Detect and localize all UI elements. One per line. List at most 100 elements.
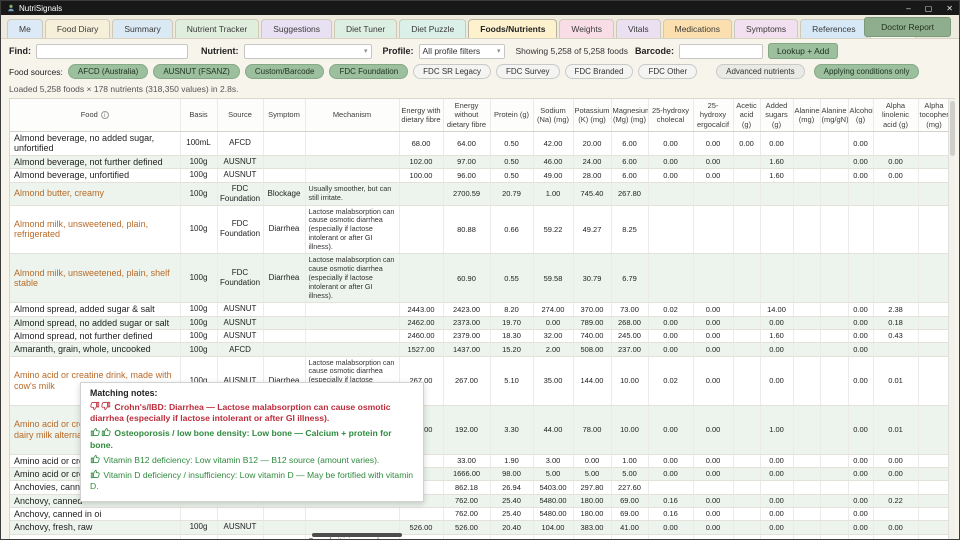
advanced-nutrients-button[interactable]: Advanced nutrients [716, 64, 805, 79]
cell-value [733, 316, 761, 331]
cell-value: 1.60 [760, 155, 794, 170]
cell-value [793, 182, 821, 206]
barcode-input[interactable] [679, 43, 764, 59]
cell-value [820, 329, 849, 344]
column-header-source[interactable]: Source [217, 99, 264, 133]
source-pill-afcd-australia-[interactable]: AFCD (Australia) [67, 64, 149, 79]
column-header-alpha-linolenic-acid-g-[interactable]: Alpha linolenic acid (g) [873, 99, 919, 133]
tab-medications[interactable]: Medications [662, 19, 732, 38]
cell-value: 0.00 [760, 454, 794, 468]
tooltip-title: Matching notes: [90, 388, 158, 398]
lookup-add-button[interactable]: Lookup + Add [768, 43, 839, 59]
tab-diet-tuner[interactable]: Diet Tuner [334, 19, 398, 38]
source-pill-fdc-sr-legacy[interactable]: FDC SR Legacy [413, 64, 491, 79]
source-pill-ausnut-fsanz-[interactable]: AUSNUT (FSANZ) [153, 64, 240, 79]
cell-value [733, 205, 761, 255]
table-row[interactable]: Amaranth, grain, whole, uncooked 100g AFCD… [10, 342, 951, 357]
table-row[interactable]: Almond spread, no added sugar or salt 100… [10, 316, 951, 331]
column-header-food[interactable]: Food i [10, 99, 181, 133]
table-row[interactable]: Almond spread, added sugar & salt 100g AUS… [10, 302, 951, 317]
cell-value: 1.90 [490, 454, 534, 468]
column-header-alpha-tocopherol-mg-[interactable]: Alpha tocopherol (mg) [918, 99, 951, 133]
title-bar: NutriSignals – ▢ ✕ [1, 1, 959, 15]
column-header-basis[interactable]: Basis [180, 99, 218, 133]
column-header-magnesium-mg-mg-[interactable]: Magnesium (Mg) (mg) [611, 99, 649, 133]
horizontal-scrollbar[interactable] [312, 533, 402, 537]
cell-value: 0.18 [873, 316, 919, 331]
column-header-25-hydroxy-cholecal[interactable]: 25-hydroxy cholecal [648, 99, 694, 133]
tab-weights[interactable]: Weights [559, 19, 614, 38]
column-header-mechanism[interactable]: Mechanism [305, 99, 400, 133]
cell-value: 0.00 [873, 168, 919, 183]
cell-value [820, 405, 849, 455]
tab-suggestions[interactable]: Suggestions [261, 19, 333, 38]
source-pill-fdc-branded[interactable]: FDC Branded [564, 64, 634, 79]
column-header-symptom[interactable]: Symptom [263, 99, 306, 133]
column-header-sodium-na-mg-[interactable]: Sodium (Na) (mg) [533, 99, 574, 133]
applying-conditions-button[interactable]: Applying conditions only [813, 64, 920, 79]
column-header-alcohol-g-[interactable]: Alcohol (g) [848, 99, 874, 133]
profile-dropdown[interactable]: All profile filters ▾ [418, 43, 505, 59]
tab-nutrient-tracker[interactable]: Nutrient Tracker [174, 19, 260, 38]
maximize-button[interactable]: ▢ [925, 4, 933, 13]
minimize-button[interactable]: – [906, 4, 910, 13]
cell-value [793, 155, 821, 170]
doctor-report-button[interactable]: Doctor Report [864, 17, 951, 37]
column-header-energy-with-dietary-fibre[interactable]: Energy with dietary fibre [399, 99, 444, 133]
source-pill-fdc-survey[interactable]: FDC Survey [495, 64, 560, 79]
cell-basis [180, 507, 218, 522]
column-header-alanine-mg-gn-[interactable]: Alanine (mg/gN) [820, 99, 849, 133]
tab-summary[interactable]: Summary [112, 19, 173, 38]
cell-value [918, 182, 951, 206]
table-row[interactable]: Almond beverage, not further defined 100g… [10, 155, 951, 170]
find-input[interactable] [36, 43, 188, 59]
cell-value: 202.41 [443, 534, 491, 539]
close-button[interactable]: ✕ [946, 4, 953, 13]
tab-me[interactable]: Me [7, 19, 43, 38]
column-header-added-sugars-g-[interactable]: Added sugars (g) [760, 99, 794, 133]
table-row[interactable]: Anchovy, canned in oi 762.00 25.40 5480.00 1… [10, 507, 951, 522]
column-header-alanine-mg-[interactable]: Alanine (mg) [793, 99, 821, 133]
cell-value [793, 405, 821, 455]
cell-value: 46.00 [533, 155, 574, 170]
source-pill-fdc-other[interactable]: FDC Other [638, 64, 698, 79]
table-row[interactable]: Almond spread, not further defined 100g AU… [10, 329, 951, 344]
tab-food-diary[interactable]: Food Diary [44, 19, 111, 38]
tab-foods-nutrients[interactable]: Foods/Nutrients [468, 19, 558, 38]
table-row[interactable]: Almond beverage, unfortified 100g AUSNUT 10… [10, 168, 951, 183]
tab-vitals[interactable]: Vitals [615, 19, 661, 38]
cell-value: 192.00 [443, 405, 491, 455]
table-row[interactable]: Apple juice, with added vitamin C, from … [10, 534, 951, 539]
vertical-scrollbar[interactable] [948, 99, 955, 539]
source-pill-fdc-foundation[interactable]: FDC Foundation [329, 64, 409, 79]
cell-symptom: Blockage [263, 182, 306, 206]
cell-value [399, 507, 444, 522]
cell-basis: 100g [180, 168, 218, 183]
source-pill-custom-barcode[interactable]: Custom/Barcode [244, 64, 325, 79]
cell-value: 20.00 [573, 131, 612, 156]
table-row[interactable]: Anchovy, fresh, raw 100g AUSNUT 526.00 526.0… [10, 520, 951, 535]
cell-value [793, 520, 821, 535]
table-row[interactable]: Almond milk, unsweetened, plain, shelf s… [10, 253, 951, 304]
nutrient-dropdown[interactable]: ▾ [243, 43, 372, 59]
table-row[interactable]: Almond butter, creamy 100g FDC Foundation B… [10, 182, 951, 206]
tab-diet-puzzle[interactable]: Diet Puzzle [399, 19, 467, 38]
cell-value [873, 342, 919, 357]
cell-value: 100.00 [399, 168, 444, 183]
cell-value: 96.00 [443, 168, 491, 183]
column-header-potassium-k-mg-[interactable]: Potassium (K) (mg) [573, 99, 612, 133]
table-row[interactable]: Almond milk, unsweetened, plain, refrige… [10, 205, 951, 255]
column-header-energy-without-dietary-fibre[interactable]: Energy without dietary fibre [443, 99, 491, 133]
table-row[interactable]: Almond beverage, no added sugar, unforti… [10, 131, 951, 156]
cell-value [648, 182, 694, 206]
food-info-icon[interactable]: i [100, 111, 109, 120]
tab-references[interactable]: References [800, 19, 868, 38]
cell-value [918, 205, 951, 255]
column-header-acetic-acid-g-[interactable]: Acetic acid (g) [733, 99, 761, 133]
column-header-protein-g-[interactable]: Protein (g) [490, 99, 534, 133]
cell-basis: 100mL [180, 131, 218, 156]
cell-food-name: Almond beverage, not further defined [10, 155, 181, 170]
cell-value: 862.18 [443, 480, 491, 495]
column-header-25-hydroxy-ergocalcif[interactable]: 25-hydroxy ergocalcif [693, 99, 734, 133]
tab-symptoms[interactable]: Symptoms [733, 19, 799, 38]
